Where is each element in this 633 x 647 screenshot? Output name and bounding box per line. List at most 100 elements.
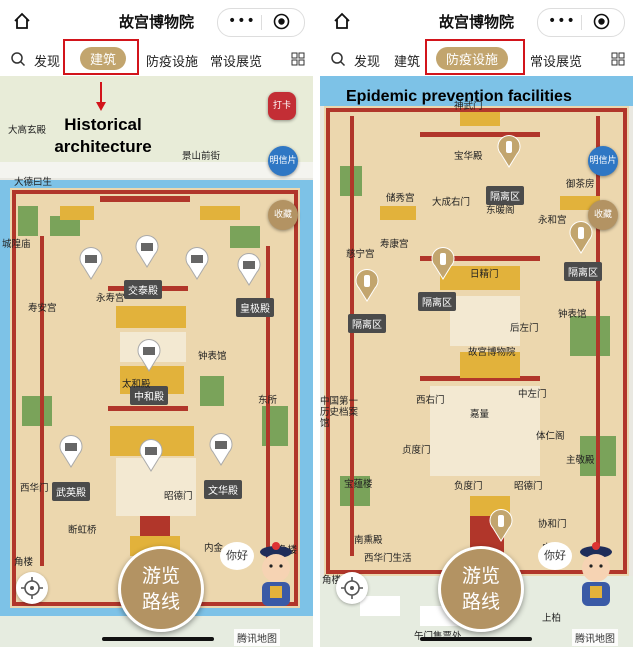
disinfectant-pin-icon[interactable] (496, 134, 522, 168)
map-label-xihua: 西华门生活 (364, 553, 412, 564)
map-label-yuchafang: 御茶房 (566, 179, 595, 190)
map-label-dongsuo: 东所 (258, 395, 278, 406)
map-label-archive: 中国第一历史档案馆 (320, 396, 359, 429)
category-tabs: 发现 建筑 防疫设施 常设展览 (0, 42, 313, 76)
right-screenshot: 故宫博物院 ••• 发现 建筑 防疫设施 常设展览 神武门 宝华殿 储秀宫 隔离… (320, 0, 633, 647)
tab-discover[interactable]: 发现 (34, 51, 60, 70)
greeting-bubble: 你好 (538, 542, 572, 570)
map-label-huangji: 皇极殿 (236, 298, 274, 317)
map-label-yonghe: 永和宫 (538, 215, 567, 226)
map-label-houzuo: 后左门 (510, 323, 539, 334)
map-label-zhongbiao: 钟表馆 (198, 351, 227, 362)
postcard-button[interactable]: 明信片 (588, 146, 618, 176)
disinfectant-pin-icon[interactable] (568, 220, 594, 254)
palace-map[interactable]: 大高玄殿 景山前街 大德曰生 城隍庙 交泰殿 永寿宫 皇极殿 寿安宫 中和殿 钟… (0, 76, 313, 647)
map-label-wenhua: 文华殿 (204, 480, 242, 499)
building-pin-icon[interactable] (58, 434, 84, 468)
search-icon[interactable] (10, 51, 26, 67)
map-label-taihe: 太和殿 (122, 379, 151, 390)
building-pin-icon[interactable] (136, 338, 162, 372)
palace-map[interactable]: 神武门 宝华殿 储秀宫 隔离区 大成右门 东暖阁 御茶房 永和宫 寿康宫 慈宁宫… (320, 76, 633, 647)
map-label-zhongbiao: 钟表馆 (558, 309, 587, 320)
locate-icon (21, 577, 43, 599)
more-icon[interactable]: ••• (548, 13, 576, 29)
annotation-label: Epidemic prevention facilities (346, 88, 572, 105)
title-bar: 故宫博物院 ••• (320, 0, 633, 42)
map-label-donghuan: 东暖阁 (486, 205, 515, 216)
building-pin-icon[interactable] (78, 246, 104, 280)
search-icon[interactable] (330, 51, 346, 67)
disinfectant-pin-icon[interactable] (354, 268, 380, 302)
building-pin-icon[interactable] (184, 246, 210, 280)
map-label-zhongzuo: 中左门 (518, 389, 547, 400)
postcard-button[interactable]: 明信片 (268, 146, 298, 176)
tencent-map-logo: 腾讯地图 (572, 629, 618, 646)
map-label-fudu: 负度门 (454, 481, 483, 492)
grid-menu-icon[interactable] (291, 52, 305, 66)
greeting-bubble: 你好 (220, 542, 254, 570)
map-label-geli-3: 隔离区 (418, 292, 456, 311)
map-label-xiehe: 协和门 (538, 519, 567, 530)
map-label-wuying: 武英殿 (52, 482, 90, 501)
map-label-rijing: 日精门 (470, 269, 499, 280)
tour-route-button[interactable]: 游览 路线 (118, 546, 204, 632)
map-label-geli-4: 隔离区 (348, 314, 386, 333)
map-label-dade: 大德曰生 (14, 177, 53, 188)
miniprogram-capsule: ••• (537, 8, 625, 37)
tab-exhibitions[interactable]: 常设展览 (530, 51, 582, 70)
close-miniprogram-icon[interactable] (593, 13, 610, 30)
annotation-label: Historical architecture (54, 115, 152, 156)
map-label-baoyun: 宝蕴楼 (344, 479, 373, 490)
map-label-tiren: 体仁阁 (536, 431, 565, 442)
building-pin-icon[interactable] (134, 234, 160, 268)
annotation-box (425, 39, 525, 75)
disinfectant-pin-icon[interactable] (488, 508, 514, 542)
map-label-zhujing: 主敬殿 (566, 455, 595, 466)
map-label-gugong: 故宫博物院 (468, 347, 516, 358)
grid-menu-icon[interactable] (611, 52, 625, 66)
collect-button[interactable]: 收藏 (588, 200, 618, 230)
map-label-chenghuang: 城隍庙 (2, 239, 31, 250)
map-label-jiaotai: 交泰殿 (124, 280, 162, 299)
collect-button[interactable]: 收藏 (268, 200, 298, 230)
tab-epidemic[interactable]: 防疫设施 (146, 51, 198, 70)
disinfectant-pin-icon[interactable] (430, 246, 456, 280)
annotation-arrow-icon (96, 82, 106, 111)
locate-button[interactable] (336, 572, 368, 604)
map-label-zhaode: 昭德门 (514, 481, 543, 492)
map-label-zhaode: 昭德门 (164, 491, 193, 502)
miniprogram-capsule: ••• (217, 8, 305, 37)
tab-architecture[interactable]: 建筑 (394, 51, 420, 70)
map-label-cining: 慈宁宫 (346, 249, 375, 260)
home-indicator (102, 637, 214, 641)
map-label-yongshou: 永寿宫 (96, 293, 125, 304)
locate-icon (341, 577, 363, 599)
map-label-shoukang: 寿康宫 (380, 239, 409, 250)
locate-button[interactable] (16, 572, 48, 604)
map-label-xihua: 西华门 (20, 483, 49, 494)
building-pin-icon[interactable] (138, 438, 164, 472)
map-label-duanhong: 断虹桥 (68, 525, 97, 536)
map-label-dacheng: 大成右门 (432, 197, 471, 208)
tour-route-button[interactable]: 游览 路线 (438, 546, 524, 632)
checkin-button[interactable]: 打卡 (268, 92, 296, 120)
close-miniprogram-icon[interactable] (273, 13, 290, 30)
guide-character-icon[interactable] (252, 540, 300, 610)
map-label-jingshan: 景山前街 (182, 151, 221, 162)
title-bar: 故宫博物院 ••• (0, 0, 313, 42)
map-label-zhendu: 贞度门 (402, 445, 431, 456)
map-label-jialiang: 嘉量 (470, 409, 490, 420)
more-icon[interactable]: ••• (228, 13, 256, 29)
map-label-shoukang: 寿安宫 (28, 303, 57, 314)
building-pin-icon[interactable] (236, 252, 262, 286)
home-indicator (420, 637, 532, 641)
building-pin-icon[interactable] (208, 432, 234, 466)
map-label-shangbai: 上柏 (542, 613, 562, 624)
map-label-nanxun: 南熏殿 (354, 535, 383, 546)
map-label-geli-2: 隔离区 (564, 262, 602, 281)
annotation-box (63, 39, 139, 75)
tab-discover[interactable]: 发现 (354, 51, 380, 70)
tab-exhibitions[interactable]: 常设展览 (210, 51, 262, 70)
tencent-map-logo: 腾讯地图 (234, 629, 280, 646)
guide-character-icon[interactable] (572, 540, 620, 610)
